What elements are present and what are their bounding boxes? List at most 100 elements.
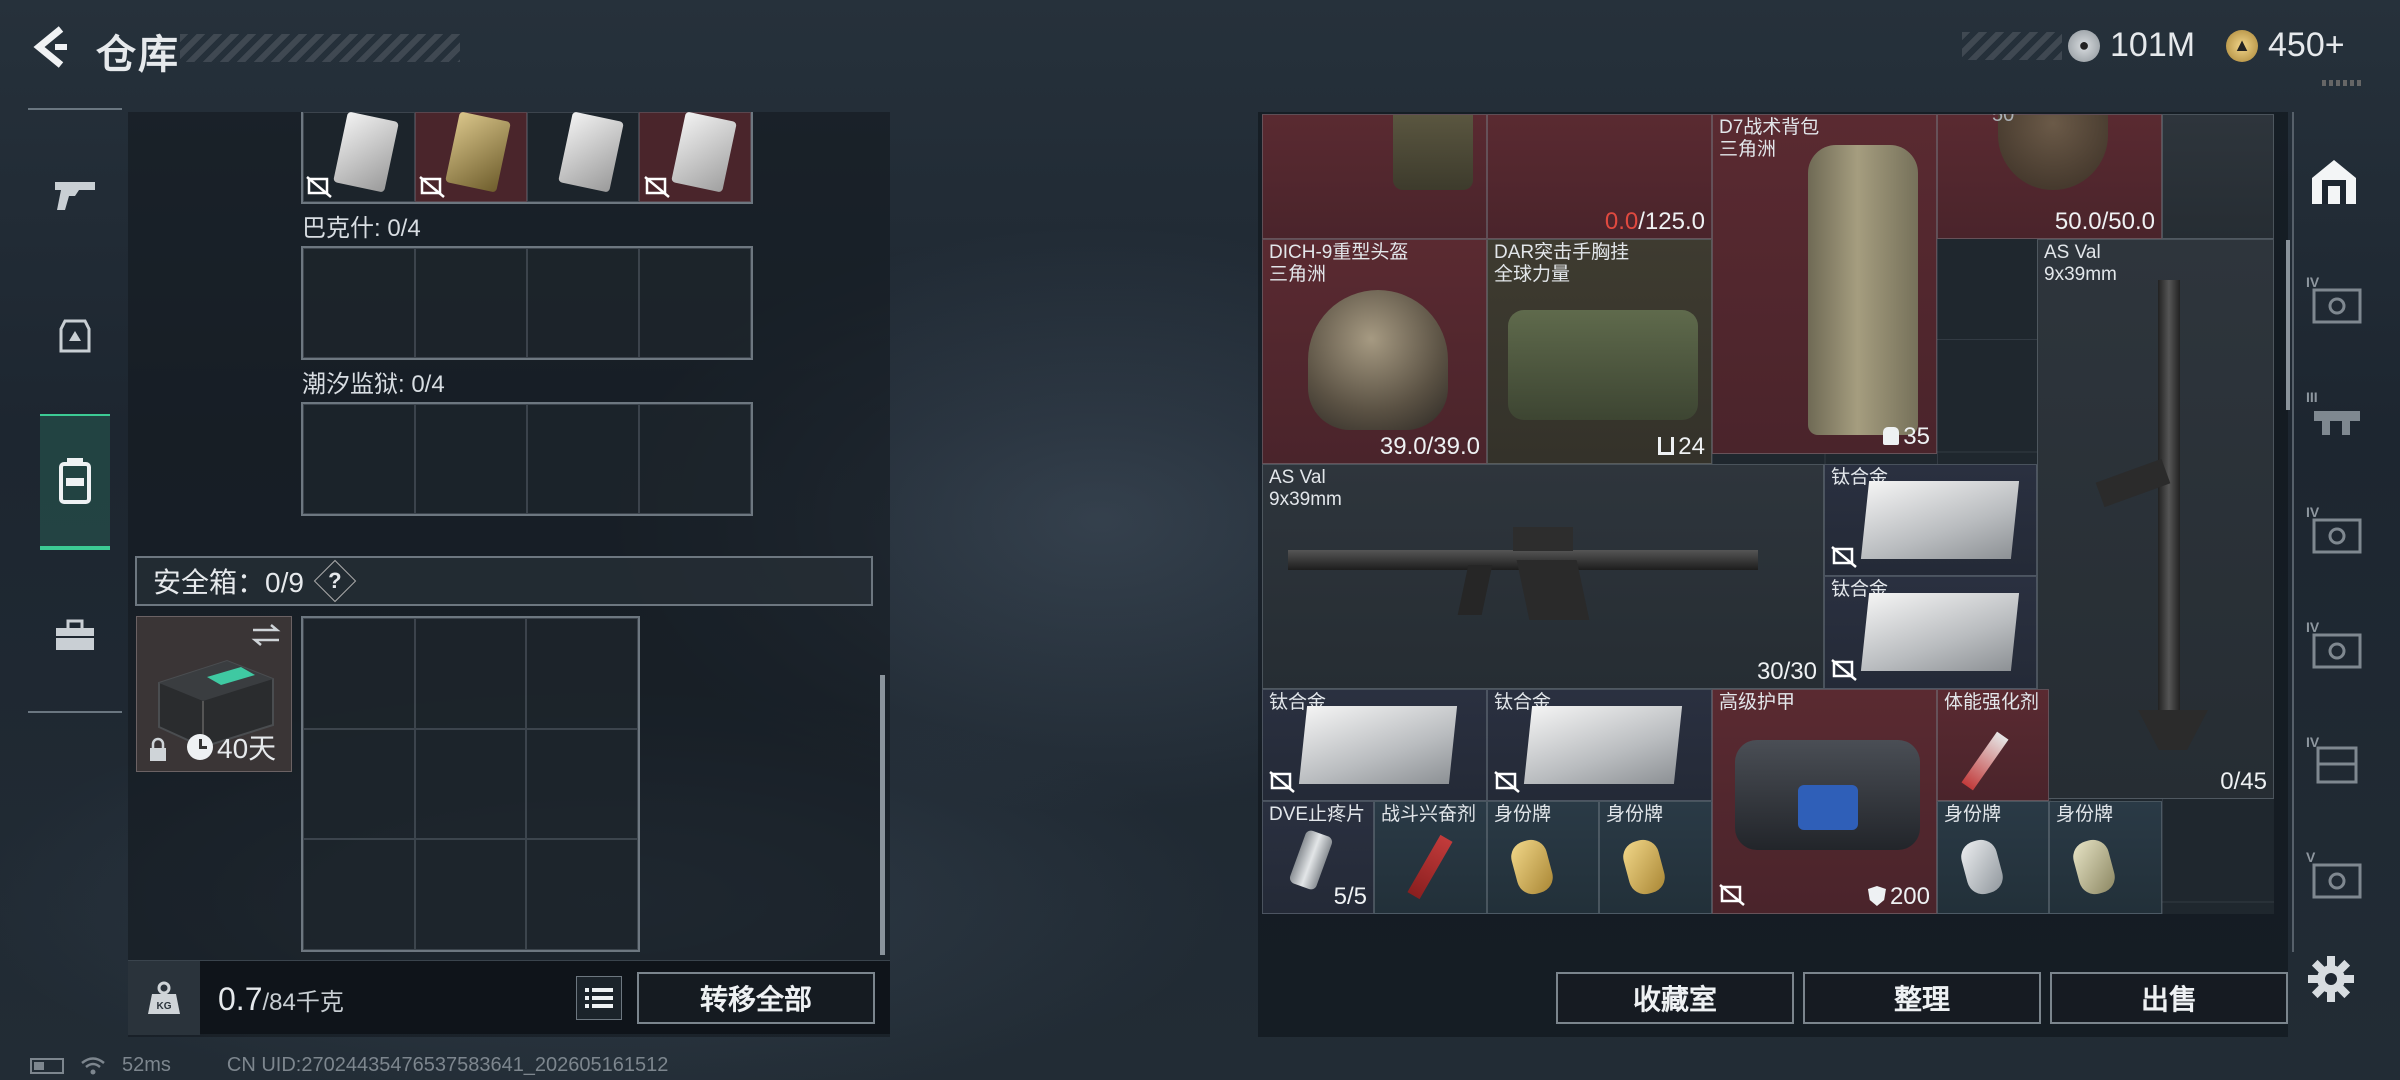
item-durability: 50.0/50.0: [2054, 208, 2155, 235]
item-count: 5/5: [1333, 883, 1367, 910]
transfer-all-button[interactable]: 转移全部: [637, 972, 875, 1024]
stash-item-asval[interactable]: AS Val 9x39mm 30/30: [1262, 464, 1824, 689]
grid-slot[interactable]: [526, 839, 638, 950]
tab-extension-6[interactable]: V: [2304, 847, 2364, 907]
grid-slot[interactable]: [527, 404, 639, 514]
safe-box-icon: [2312, 633, 2362, 669]
titanium-ingot-image: [1860, 481, 2020, 559]
stash-item-titanium[interactable]: 钛合金: [1824, 576, 2037, 689]
currency-silver[interactable]: ● 101M: [2068, 26, 2195, 65]
grid-slot[interactable]: [303, 404, 415, 514]
grid-slot[interactable]: [415, 404, 527, 514]
grid-bakhsh[interactable]: [301, 246, 753, 360]
grid-slot[interactable]: [414, 839, 527, 950]
ping-text: 52ms: [122, 1054, 171, 1076]
grid-slot[interactable]: [415, 248, 527, 358]
stash-item-helmet-partial[interactable]: 50.0/50.0: [1937, 114, 2162, 239]
stash-item-combat-stimulant[interactable]: 战斗兴奋剂: [1374, 801, 1487, 914]
stash-grid[interactable]: 0.0/125.0 D7战术背包 三角洲 35 50.0/50.0 50 DICH…: [1262, 114, 2274, 914]
back-button[interactable]: [26, 22, 76, 72]
stash-item-vest-partial[interactable]: [1262, 114, 1487, 239]
stash-item-dve-painkiller[interactable]: DVE止疼片 5/5: [1262, 801, 1374, 914]
clock-icon: [187, 734, 213, 760]
grid-slot[interactable]: [639, 248, 751, 358]
list-view-button[interactable]: [576, 976, 622, 1020]
gun-rack-icon: [2314, 411, 2360, 435]
item-durability: 200: [1867, 883, 1930, 911]
stash-scrollbar[interactable]: [2286, 240, 2290, 410]
item-name: 身份牌: [1944, 804, 2002, 825]
item-ammo: 0/45: [2220, 768, 2267, 795]
stash-item-dich9-helmet[interactable]: DICH-9重型头盔 三角洲 39.0/39.0: [1262, 239, 1487, 464]
stash-item-stamina-booster[interactable]: 体能强化剂: [1937, 689, 2049, 801]
stash-item-backpack[interactable]: D7战术背包 三角洲 35: [1712, 114, 1937, 454]
stash-item-titanium[interactable]: 钛合金: [1262, 689, 1487, 801]
item-name: AS Val 9x39mm: [2044, 242, 2117, 285]
dog-tag-image: [1957, 836, 2007, 898]
grid-slot[interactable]: [639, 404, 751, 514]
stash-item-dog-tag[interactable]: 身份牌: [1599, 801, 1712, 914]
rail-containers[interactable]: [40, 414, 110, 550]
stash-item-titanium[interactable]: 钛合金: [1487, 689, 1712, 801]
stash-item-dog-tag[interactable]: 身份牌: [2049, 801, 2162, 914]
tab-extension-4[interactable]: IV: [2304, 617, 2364, 677]
grid-slot[interactable]: [526, 728, 638, 840]
safe-box-icon: [2312, 518, 2362, 554]
stash-item-dar-rig[interactable]: DAR突击手胸挂 全球力量 24: [1487, 239, 1712, 464]
header-mini-text: [2322, 80, 2362, 86]
category-rail: [28, 108, 122, 713]
dog-tag-image: [2069, 836, 2119, 898]
grid-slot[interactable]: [303, 248, 415, 358]
no-transfer-icon: [1269, 771, 1295, 793]
organize-button[interactable]: 整理: [1803, 972, 2041, 1024]
rail-toolbox[interactable]: [40, 590, 110, 680]
stash-item-dog-tag[interactable]: 身份牌: [1937, 801, 2049, 914]
tab-extension-1[interactable]: IV: [2304, 272, 2364, 332]
help-icon[interactable]: ?: [313, 559, 357, 603]
pistol-icon: [55, 182, 95, 210]
rail-equipment[interactable]: [40, 290, 110, 380]
settings-gear-icon[interactable]: [2306, 954, 2356, 1004]
swap-icon[interactable]: [251, 623, 281, 647]
armor-bag-blue-patch: [1798, 785, 1858, 830]
grid-tidal-prison[interactable]: [301, 402, 753, 516]
no-transfer-icon: [1719, 884, 1745, 906]
tab-extension-3[interactable]: IV: [2304, 502, 2364, 562]
safe-box-icon: [2312, 863, 2362, 899]
title-decoration: [180, 34, 460, 62]
grid-slot[interactable]: [414, 618, 527, 729]
currency-gold[interactable]: ▲ 450+: [2226, 26, 2345, 65]
stash-item-titanium[interactable]: 钛合金: [1824, 464, 2037, 576]
toolbox-icon: [56, 619, 94, 650]
stash-item-armor-partial[interactable]: 0.0/125.0: [1487, 114, 1712, 239]
titanium-ingot-image: [1523, 706, 1683, 784]
tab-main-warehouse[interactable]: [2304, 152, 2364, 212]
grid-slot[interactable]: [303, 728, 415, 840]
grid-slot[interactable]: [527, 248, 639, 358]
safe-case-item[interactable]: 40天: [136, 616, 292, 772]
safe-box-grid[interactable]: [301, 616, 640, 952]
no-transfer-icon: [644, 176, 670, 198]
item-ammo: 30/30: [1756, 658, 1817, 685]
gold-coin-icon: ▲: [2226, 29, 2258, 62]
titanium-ingot-image: [1860, 593, 2020, 671]
tab-extension-5[interactable]: IV: [2304, 732, 2364, 792]
stash-item-dog-tag[interactable]: 身份牌: [1487, 801, 1599, 914]
currency-silver-value: 101M: [2110, 26, 2196, 64]
grid-slot[interactable]: [303, 839, 415, 950]
collection-room-button[interactable]: 收藏室: [1556, 972, 1794, 1024]
stash-item-asval-vertical[interactable]: AS Val 9x39mm 0/45: [2037, 239, 2274, 799]
stash-item-advanced-armor[interactable]: 高级护甲 200: [1712, 689, 1937, 914]
stash-empty-cell[interactable]: [2162, 114, 2274, 239]
grid-slot[interactable]: [414, 728, 527, 840]
rail-weapons[interactable]: [40, 150, 110, 240]
left-scrollbar[interactable]: [880, 675, 885, 955]
weight-max: /84千克: [262, 989, 344, 1016]
item-name: AS Val 9x39mm: [1269, 467, 1342, 510]
item-name: DVE止疼片: [1269, 804, 1366, 825]
grid-slot[interactable]: [303, 618, 415, 729]
no-transfer-icon: [1494, 771, 1520, 793]
tab-extension-2[interactable]: III: [2304, 387, 2364, 447]
sell-button[interactable]: 出售: [2050, 972, 2288, 1024]
grid-slot[interactable]: [526, 618, 638, 729]
